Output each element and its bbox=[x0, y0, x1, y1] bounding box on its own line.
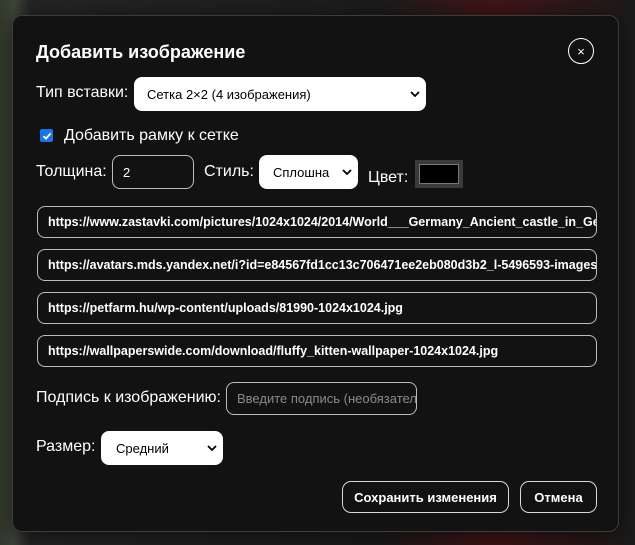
checkmark-icon bbox=[42, 132, 51, 140]
caption-placeholder: Введите подпись (необязательно) bbox=[237, 391, 417, 406]
color-picker[interactable] bbox=[415, 160, 463, 188]
style-select[interactable]: Сплошна bbox=[259, 155, 358, 189]
insert-type-select[interactable]: Сетка 2×2 (4 изображения) bbox=[134, 77, 426, 111]
image-url-value-4: https://wallpaperswide.com/download/fluf… bbox=[48, 344, 499, 358]
chevron-down-icon bbox=[342, 169, 352, 176]
cancel-button[interactable]: Отмена bbox=[520, 481, 597, 513]
add-image-dialog: Добавить изображение × Тип вставки: Сетк… bbox=[12, 15, 619, 532]
thickness-value: 2 bbox=[123, 164, 131, 180]
image-url-input-1[interactable]: https://www.zastavki.com/pictures/1024x1… bbox=[37, 206, 597, 238]
image-url-input-2[interactable]: https://avatars.mds.yandex.net/i?id=e845… bbox=[37, 249, 597, 281]
size-select[interactable]: Средний bbox=[101, 431, 223, 465]
chevron-down-icon bbox=[410, 91, 420, 98]
image-url-input-3[interactable]: https://petfarm.hu/wp-content/uploads/81… bbox=[37, 292, 597, 324]
size-label: Размер: bbox=[36, 438, 96, 455]
insert-type-value: Сетка 2×2 (4 изображения) bbox=[147, 86, 311, 102]
insert-type-label: Тип вставки: bbox=[36, 84, 129, 101]
frame-checkbox[interactable] bbox=[40, 129, 53, 142]
save-button[interactable]: Сохранить изменения bbox=[342, 481, 509, 513]
image-url-value-3: https://petfarm.hu/wp-content/uploads/81… bbox=[48, 301, 403, 315]
image-url-value-1: https://www.zastavki.com/pictures/1024x1… bbox=[48, 215, 596, 229]
thickness-input[interactable]: 2 bbox=[112, 155, 194, 189]
size-value: Средний bbox=[116, 440, 169, 456]
color-swatch-fill bbox=[419, 164, 459, 184]
frame-checkbox-label: Добавить рамку к сетке bbox=[64, 127, 239, 144]
chevron-down-icon bbox=[207, 445, 217, 452]
dialog-title: Добавить изображение bbox=[36, 42, 246, 62]
color-label: Цвет: bbox=[368, 169, 409, 186]
image-url-input-4[interactable]: https://wallpaperswide.com/download/fluf… bbox=[37, 335, 597, 367]
thickness-label: Толщина: bbox=[36, 163, 107, 180]
caption-input[interactable]: Введите подпись (необязательно) bbox=[226, 382, 417, 415]
caption-label: Подпись к изображению: bbox=[36, 389, 221, 406]
image-url-value-2: https://avatars.mds.yandex.net/i?id=e845… bbox=[48, 258, 597, 272]
close-button[interactable]: × bbox=[568, 38, 594, 64]
style-label: Стиль: bbox=[204, 163, 254, 180]
style-value: Сплошна bbox=[273, 164, 330, 180]
